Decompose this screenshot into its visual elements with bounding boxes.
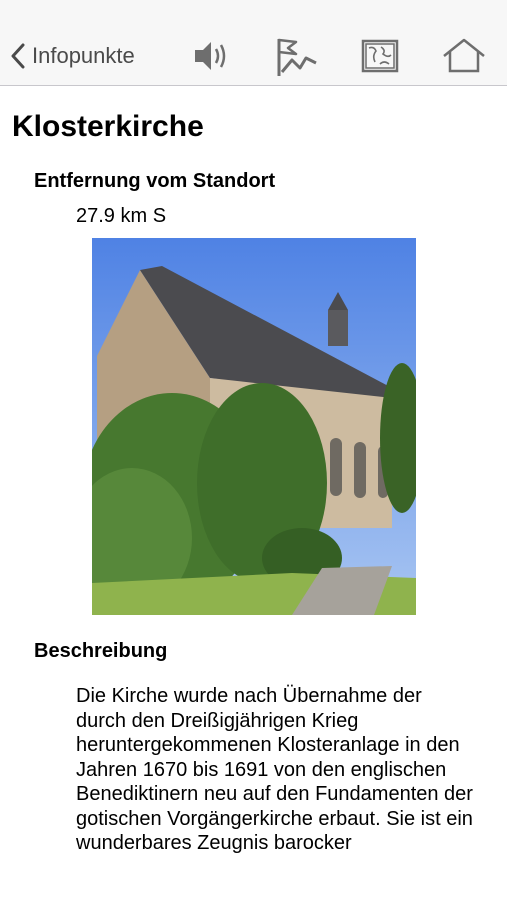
back-button[interactable]: Infopunkte — [10, 38, 135, 74]
church-photo — [92, 238, 416, 615]
chevron-left-icon — [11, 43, 25, 69]
description-text: Die Kirche wurde nach Übernahme der durc… — [76, 685, 473, 854]
distance-value: 27.9 km S — [76, 205, 167, 227]
home-icon[interactable] — [441, 36, 487, 76]
page-title: Klosterkirche — [12, 110, 204, 143]
route-flag-icon[interactable] — [274, 36, 320, 78]
back-button-label: Infopunkte — [32, 43, 135, 68]
distance-heading: Entfernung vom Standort — [34, 170, 276, 192]
map-icon[interactable] — [360, 36, 400, 76]
speaker-icon[interactable] — [192, 36, 234, 76]
description-heading: Beschreibung — [34, 640, 168, 662]
navigation-bar: Infopunkte — [0, 0, 507, 86]
